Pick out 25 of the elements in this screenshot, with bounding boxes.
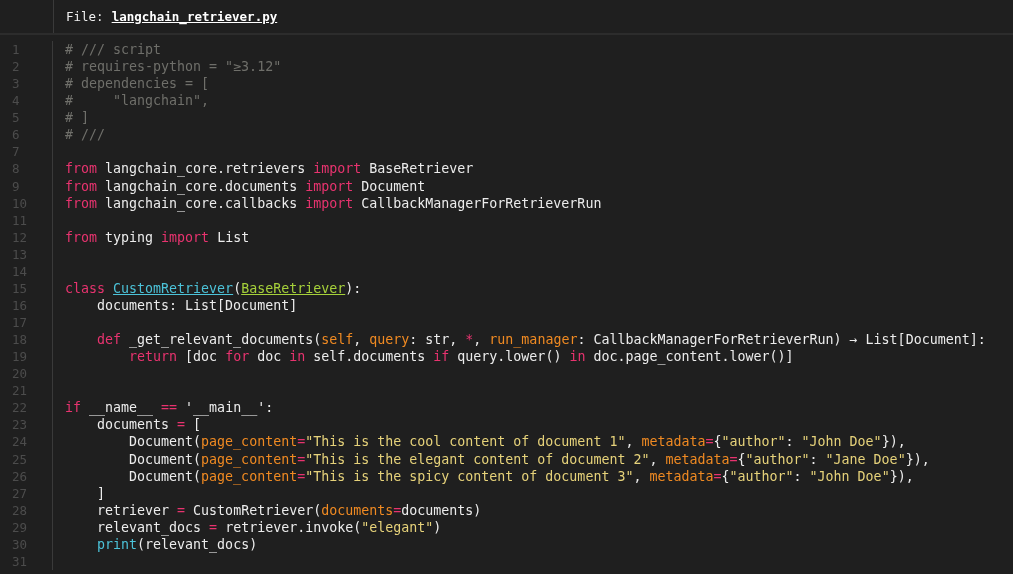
file-label: File: [66,9,104,24]
code-line: documents: List[Document] [96,296,298,314]
code-line: # dependencies = [ [64,75,210,93]
code-line: # /// [64,126,106,144]
code-line: from typing import List [64,228,250,246]
code-line: Document(page_content="This is the elegant content of document 2", metadata={"author": "Jane Doe"}), [128,450,930,468]
code-line: # "langchain", [64,92,210,110]
code-line: return [doc for doc in self.documents if query.lower() in doc.page_content.lower()] [128,348,794,366]
code-line: from langchain_core.documents import Document [64,177,426,195]
code-line: ] [96,484,106,502]
code-line: documents = [ [96,416,202,434]
code-line: from langchain_core.retrievers import BaseRetriever [64,160,474,178]
code-line: def _get_relevant_documents(self, query: str, *, run_manager: CallbackManagerForRetrieverRun) → List[Document]: [96,331,986,349]
code-line: if __name__ == '__main__': [64,399,274,417]
code-line: Document(page_content="This is the spicy content of document 3", metadata={"author": "John Doe"}), [128,468,914,485]
code-line: # ] [64,109,90,127]
file-name: langchain_retriever.py [111,9,278,24]
code-line: retriever = CustomRetriever(documents=documents) [96,501,482,519]
code-line: # requires-python = "≥3.12" [64,58,282,76]
code-line: # /// script [64,41,162,59]
code-line: print(relevant_docs) [96,536,258,553]
code-line: Document(page_content="This is the cool content of document 1", metadata={"author": "John Doe"}), [128,433,906,451]
code-line: class CustomRetriever(BaseRetriever): [64,279,362,297]
code-line: relevant_docs = retriever.invoke("elegant") [96,518,442,536]
code-line: from langchain_core.callbacks import CallbackManagerForRetrieverRun [64,195,602,212]
